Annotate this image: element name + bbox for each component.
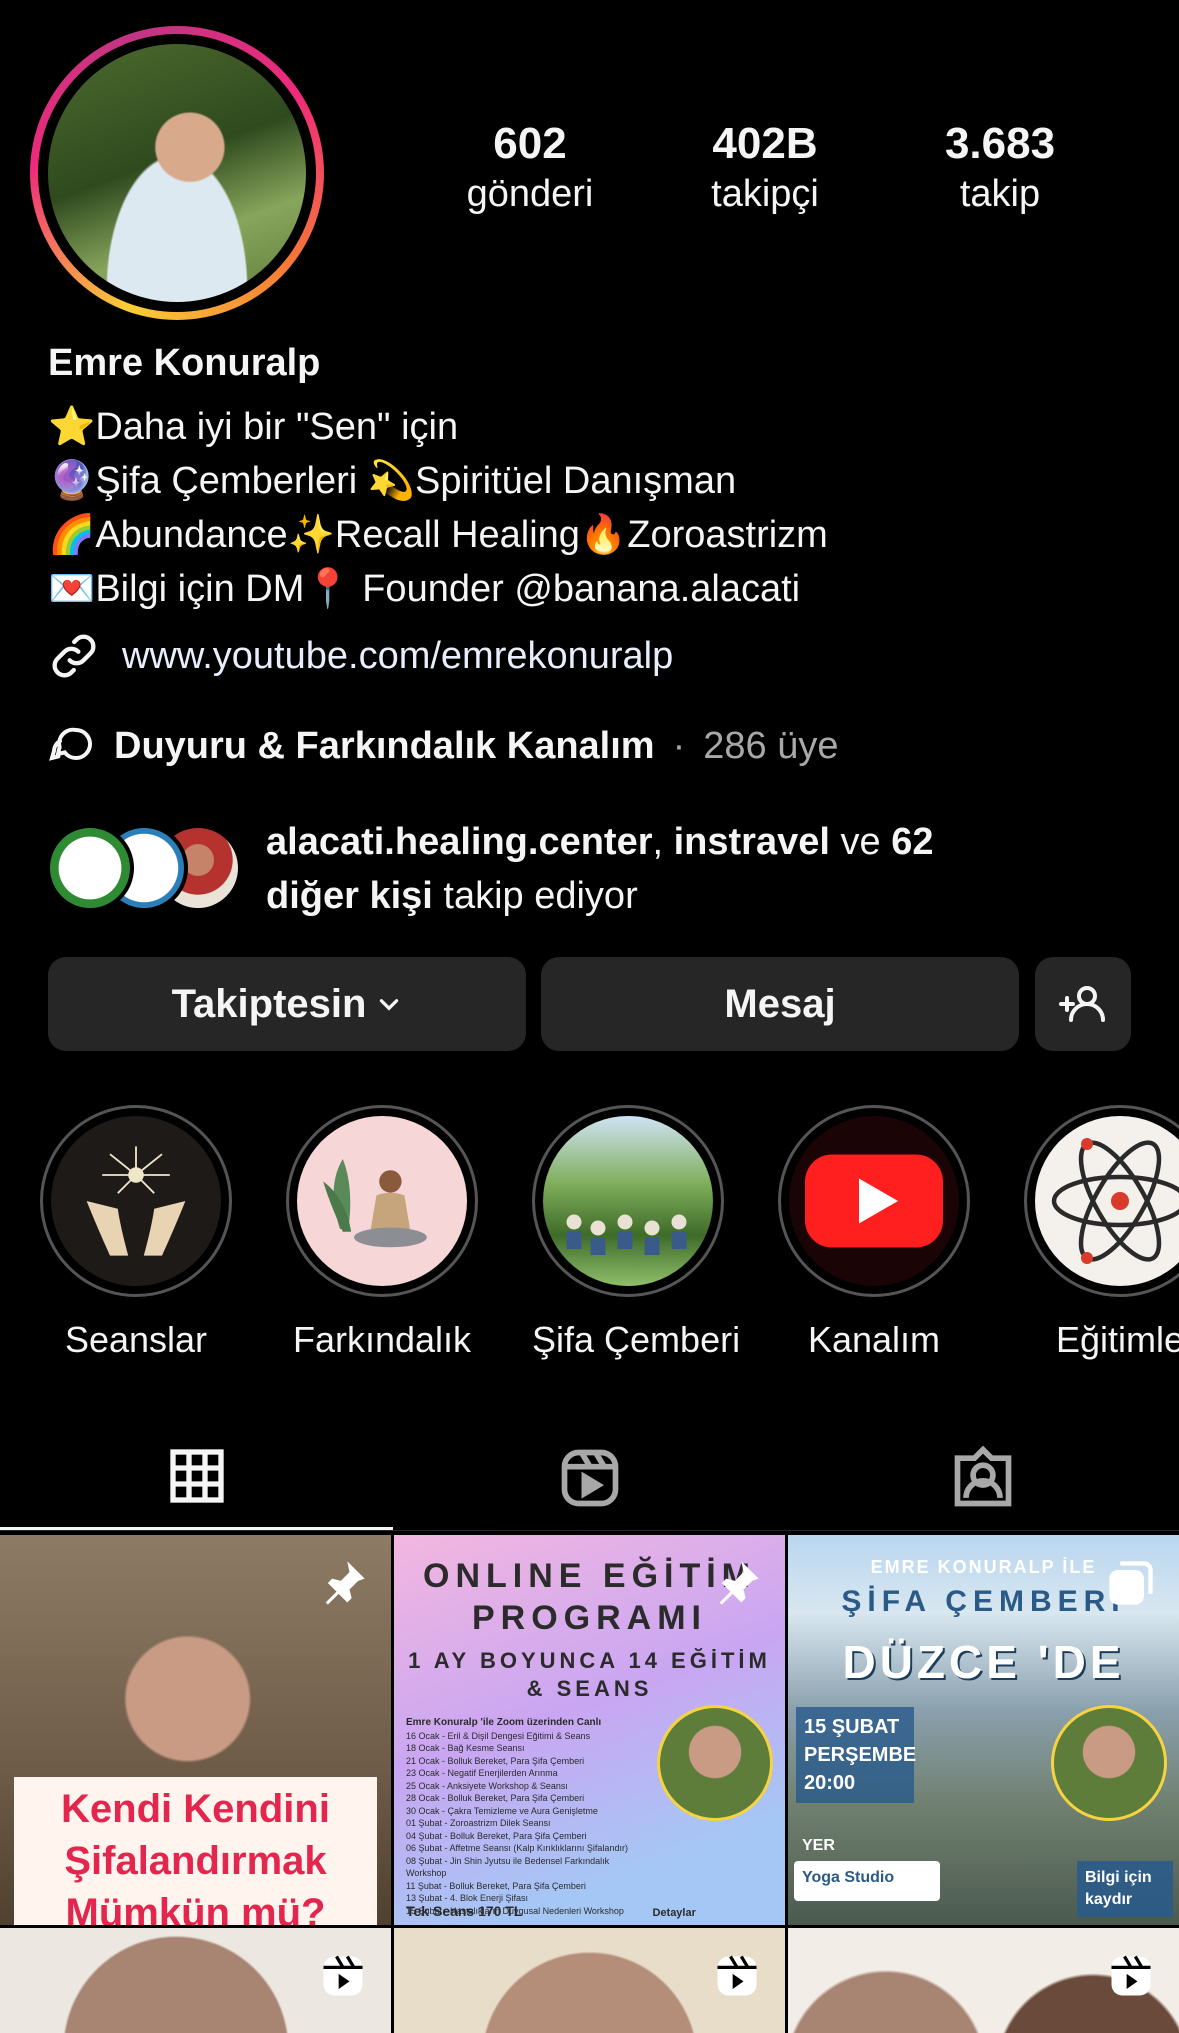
reel-icon (323, 1955, 363, 1996)
bio-line[interactable]: 💌Bilgi için DM📍 Founder @banana.alacati (48, 562, 828, 616)
channel-name: Duyuru & Farkındalık Kanalım (114, 724, 655, 767)
channel-members: 286 üye (703, 724, 839, 767)
story-highlights: Seanslar Farkındalık Şifa Çemberi Kanalı… (40, 1105, 1179, 1361)
mutual-avatar (46, 824, 134, 912)
post-caption: Kendi Kendini Şifalandırmak Mümkün mü? (14, 1777, 377, 1925)
post-place-logo: Yoga Studio (794, 1861, 940, 1901)
reel-icon (717, 1955, 757, 1996)
bio-line: 🔮Şifa Çemberleri 💫Spiritüel Danışman (48, 460, 737, 502)
channel-icon (49, 727, 92, 761)
youtube-icon (789, 1116, 959, 1286)
post-details: Detaylar (652, 1907, 696, 1919)
posts-grid: Kendi Kendini Şifalandırmak Mümkün mü? O… (0, 1535, 1179, 2033)
message-button[interactable]: Mesaj (541, 957, 1019, 1051)
meditation-icon (297, 1116, 467, 1286)
profile-bio: ⭐Daha iyi bir "Sen" için 🔮Şifa Çemberler… (48, 400, 828, 616)
broadcast-channel[interactable]: Duyuru & Farkındalık Kanalım · 286 üye (48, 722, 838, 770)
hands-sun-icon (51, 1116, 221, 1286)
atom-icon (1035, 1116, 1179, 1286)
posts-count[interactable]: 602 gönderi (420, 118, 640, 218)
profile-link[interactable]: www.youtube.com/emrekonuralp (48, 630, 673, 682)
post-tile[interactable]: ONLINE EĞİTİM PROGRAMI 1 AY BOYUNCA 14 E… (394, 1535, 785, 1925)
grid-icon (169, 1449, 224, 1503)
avatar-photo (48, 44, 306, 302)
add-person-icon (1059, 986, 1105, 1022)
tab-posts-grid[interactable] (0, 1425, 393, 1530)
post-cta: Bilgi için kaydır (1077, 1861, 1173, 1917)
following-count[interactable]: 3.683 takip (890, 118, 1110, 218)
group-photo-icon (543, 1116, 713, 1286)
post-portrait (657, 1705, 773, 1821)
mutual-followers-text: alacati.healing.center, instravel ve 62 … (266, 821, 934, 917)
post-tile[interactable]: EMRE KONURALP İLE ŞİFA ÇEMBERİ DÜZCE 'DE… (788, 1535, 1179, 1925)
profile-avatar[interactable] (30, 26, 324, 320)
highlight-seanslar[interactable]: Seanslar (40, 1105, 232, 1361)
link-text[interactable]: www.youtube.com/emrekonuralp (122, 635, 673, 678)
reels-icon (561, 1449, 618, 1506)
profile-name: Emre Konuralp (48, 342, 321, 384)
suggest-people-button[interactable] (1035, 957, 1131, 1051)
post-portrait (1051, 1705, 1167, 1821)
highlight-kanalim[interactable]: Kanalım (778, 1105, 970, 1361)
post-city: DÜZCE 'DE (842, 1636, 1125, 1688)
pin-icon (325, 1561, 365, 1605)
tab-reels[interactable] (393, 1425, 786, 1530)
post-schedule: Emre Konuralp 'ile Zoom üzerinden Canlı … (406, 1717, 628, 1916)
profile-tabs (0, 1425, 1179, 1531)
mutual-avatars (46, 824, 242, 914)
carousel-icon (1109, 1561, 1153, 1605)
post-subtitle: 1 AY BOYUNCA 14 EĞİTİM & SEANS (408, 1648, 771, 1701)
pin-icon (719, 1561, 759, 1605)
mutual-followers[interactable]: alacati.healing.center, instravel ve 62 … (46, 815, 1026, 923)
channel-separator: · (672, 724, 686, 767)
tagged-icon (954, 1445, 1011, 1506)
post-tile[interactable] (788, 1928, 1179, 2033)
chevron-down-icon (380, 999, 399, 1011)
profile-stats: 602 gönderi 402B takipçi 3.683 takip (420, 118, 1110, 218)
post-tile[interactable]: Kendi Kendini Şifalandırmak Mümkün mü? (0, 1535, 391, 1925)
highlight-egitimler[interactable]: Eğitimle (1024, 1105, 1179, 1361)
bio-line: ⭐Daha iyi bir "Sen" için (48, 406, 459, 448)
following-button[interactable]: Takiptesin (48, 957, 526, 1051)
followers-count[interactable]: 402B takipçi (655, 118, 875, 218)
post-date: 15 ŞUBAT PERŞEMBE 20:00 (796, 1707, 916, 1803)
link-icon (52, 634, 96, 678)
post-place-label: YER (802, 1837, 835, 1854)
post-tile[interactable] (0, 1928, 391, 2033)
reel-icon (1111, 1955, 1151, 1996)
tab-tagged[interactable] (786, 1425, 1179, 1530)
post-tile[interactable] (394, 1928, 785, 2033)
post-price: Tek Seans 170 TL (406, 1903, 523, 1919)
highlight-sifa-cemberi[interactable]: Şifa Çemberi (532, 1105, 740, 1361)
bio-line: 🌈Abundance✨Recall Healing🔥Zoroastrizm (48, 514, 828, 556)
highlight-farkindalik[interactable]: Farkındalık (286, 1105, 478, 1361)
